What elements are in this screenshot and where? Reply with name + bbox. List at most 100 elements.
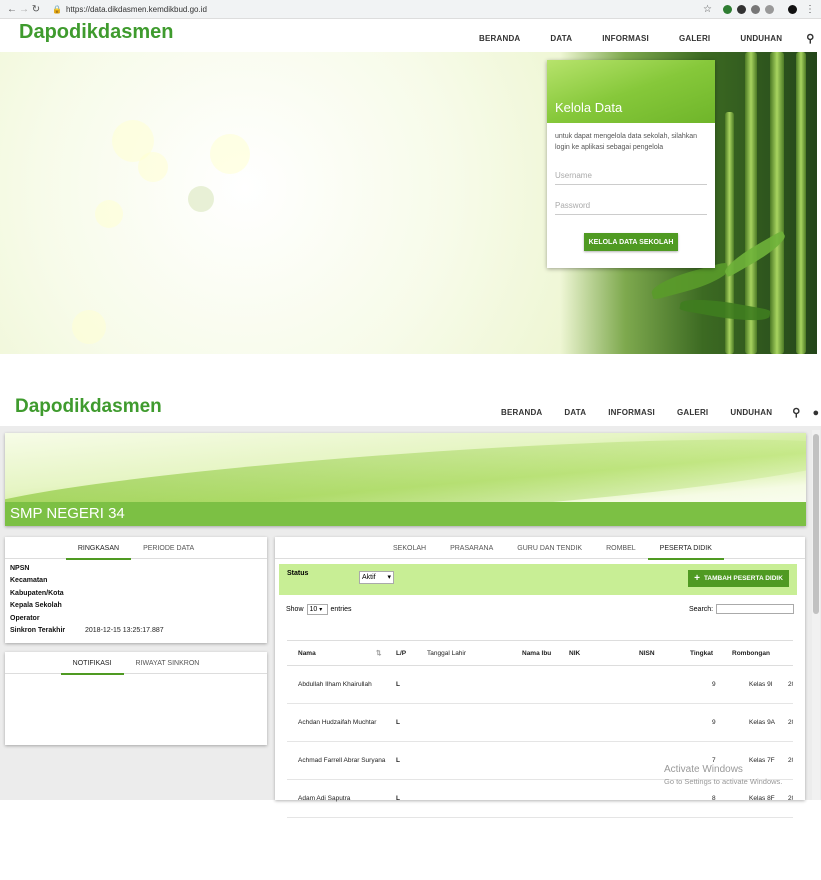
nav-data[interactable]: DATA	[550, 34, 572, 43]
url-text: https://data.dikdasmen.kemdikbud.go.id	[65, 4, 207, 14]
status-value: Aktif	[362, 574, 376, 581]
col-rombongan[interactable]: Rombongan	[732, 650, 770, 657]
decor-bubble	[95, 200, 123, 228]
bamboo-stalk	[770, 52, 784, 354]
info-value: 2018-12-15 13:25:17.887	[85, 627, 164, 635]
cell-nama: Adam Adi Saputra	[298, 795, 351, 802]
cell-tingkat: 7	[712, 757, 716, 764]
bamboo-stalk	[796, 52, 806, 354]
summary-panel: RINGKASAN PERIODE DATA NPSN Kecamatan Ka…	[5, 537, 267, 643]
account-circle-icon[interactable]: ●	[812, 407, 819, 419]
cell-nama: Achdan Hudzaifah Muchtar	[298, 719, 377, 726]
extension-icon[interactable]	[723, 4, 732, 14]
page-scrollbar[interactable]	[812, 430, 820, 800]
sort-icon[interactable]: ⇅	[376, 649, 381, 657]
nav-data[interactable]: DATA	[564, 408, 586, 417]
page-length-control: Show 10 ▾ entries	[286, 604, 352, 615]
col-tanggal-lahir[interactable]: Tanggal Lahir	[427, 650, 466, 657]
info-label: Kepala Sekolah	[10, 602, 62, 610]
info-label: Kabupaten/Kota	[10, 589, 64, 597]
profile-avatar-icon[interactable]	[788, 4, 797, 14]
cell-lp: L	[396, 681, 400, 688]
table-header: Nama ⇅ L/P Tanggal Lahir Nama Ibu NIK NI…	[287, 640, 793, 666]
nav-informasi[interactable]: INFORMASI	[608, 408, 655, 417]
nav-galeri[interactable]: GALERI	[677, 408, 708, 417]
col-nisn[interactable]: NISN	[639, 650, 655, 657]
col-lp[interactable]: L/P	[396, 650, 406, 657]
nav-beranda[interactable]: BERANDA	[479, 34, 520, 43]
nav-unduhan[interactable]: UNDUHAN	[730, 408, 772, 417]
site-logo[interactable]: Dapodikdasmen	[19, 21, 173, 44]
search-icon[interactable]: ⚲	[806, 32, 814, 45]
tab-ringkasan[interactable]: RINGKASAN	[65, 537, 132, 560]
info-label: Sinkron Terakhir	[10, 627, 66, 635]
table-search: Search:	[689, 604, 795, 614]
status-label: Status	[287, 570, 309, 577]
nav-unduhan[interactable]: UNDUHAN	[740, 34, 782, 43]
reload-icon[interactable]: ↻	[30, 4, 42, 15]
info-row-kepala-sekolah: Kepala Sekolah	[5, 600, 267, 613]
tab-notifikasi[interactable]: NOTIFIKASI	[60, 652, 124, 675]
info-row-kecamatan: Kecamatan	[5, 575, 267, 588]
school-info-list: NPSN Kecamatan Kabupaten/Kota Kepala Sek…	[5, 559, 267, 637]
site-logo[interactable]: Dapodikdasmen	[15, 396, 162, 418]
extension-icon[interactable]	[737, 4, 746, 14]
login-card: Kelola Data untuk dapat mengelola data s…	[547, 60, 715, 268]
table-row[interactable]: Abdullah Ilham Khairullah L 9 Kelas 9I 2…	[287, 666, 793, 704]
status-select[interactable]: Aktif ▾	[359, 571, 394, 584]
hero-banner: Kelola Data untuk dapat mengelola data s…	[0, 52, 817, 354]
col-tingkat[interactable]: Tingkat	[690, 650, 713, 657]
scrollbar-thumb[interactable]	[813, 434, 819, 614]
dropdown-arrow-icon: ▾	[319, 607, 323, 613]
entries-select[interactable]: 10 ▾	[306, 604, 328, 615]
bookmark-star-icon[interactable]: ☆	[703, 4, 712, 15]
address-bar[interactable]: 🔒 https://data.dikdasmen.kemdikbud.go.id	[52, 2, 703, 16]
search-input[interactable]	[716, 604, 795, 614]
main-nav: BERANDA DATA INFORMASI GALERI UNDUHAN ⚲ …	[501, 406, 821, 420]
cell-extra: 20	[788, 795, 793, 802]
back-icon[interactable]: ←	[6, 4, 18, 15]
tab-rombel[interactable]: ROMBEL	[594, 537, 648, 559]
tab-periode-data[interactable]: PERIODE DATA	[131, 537, 206, 559]
col-nama[interactable]: Nama	[298, 650, 316, 657]
search-icon[interactable]: ⚲	[792, 406, 800, 419]
lock-icon: 🔒	[52, 4, 62, 14]
show-label: Show	[286, 606, 304, 613]
forward-icon[interactable]: →	[18, 4, 30, 15]
password-field[interactable]: Password	[555, 201, 707, 215]
kelola-data-sekolah-button[interactable]: KELOLA DATA SEKOLAH	[584, 233, 678, 251]
summary-tabs: RINGKASAN PERIODE DATA	[5, 537, 267, 560]
filter-bar: Status Aktif ▾ + TAMBAH PESERTA DIDIK	[279, 564, 797, 595]
nav-beranda[interactable]: BERANDA	[501, 408, 542, 417]
username-field[interactable]: Username	[555, 171, 707, 185]
login-title: Kelola Data	[555, 100, 623, 115]
table-row[interactable]: Achdan Hudzaifah Muchtar L 9 Kelas 9A 20	[287, 704, 793, 742]
nav-informasi[interactable]: INFORMASI	[602, 34, 649, 43]
nav-galeri[interactable]: GALERI	[679, 34, 710, 43]
plus-icon: +	[694, 573, 700, 584]
tab-guru-dan-tendik[interactable]: GURU DAN TENDIK	[505, 537, 594, 559]
cell-lp: L	[396, 719, 400, 726]
notification-tabs: NOTIFIKASI RIWAYAT SINKRON	[5, 652, 267, 675]
cell-rombel: Kelas 8F	[749, 795, 775, 802]
tab-prasarana[interactable]: PRASARANA	[438, 537, 505, 559]
decor-bubble	[72, 310, 106, 344]
login-description: untuk dapat mengelola data sekolah, sila…	[555, 133, 698, 151]
extension-icon[interactable]	[751, 4, 760, 14]
watermark-subtitle: Go to Settings to activate Windows.	[664, 777, 783, 786]
school-name-bar: SMP NEGERI 34	[5, 502, 806, 526]
cell-rombel: Kelas 9A	[749, 719, 776, 726]
col-nik[interactable]: NIK	[569, 650, 580, 657]
info-label: NPSN	[10, 564, 30, 572]
tambah-peserta-didik-button[interactable]: + TAMBAH PESERTA DIDIK	[688, 570, 789, 587]
dropdown-arrow-icon: ▾	[387, 574, 391, 581]
extension-icon[interactable]	[765, 4, 774, 14]
watermark-title: Activate Windows	[664, 764, 743, 775]
col-nama-ibu[interactable]: Nama Ibu	[522, 650, 551, 657]
tab-sekolah[interactable]: SEKOLAH	[381, 537, 438, 559]
browser-menu-icon[interactable]: ⋮	[805, 4, 815, 15]
tab-peserta-didik[interactable]: PESERTA DIDIK	[647, 537, 725, 560]
tab-riwayat-sinkron[interactable]: RIWAYAT SINKRON	[124, 652, 212, 674]
notification-panel: NOTIFIKASI RIWAYAT SINKRON	[5, 652, 267, 745]
decor-bubble	[138, 152, 168, 182]
